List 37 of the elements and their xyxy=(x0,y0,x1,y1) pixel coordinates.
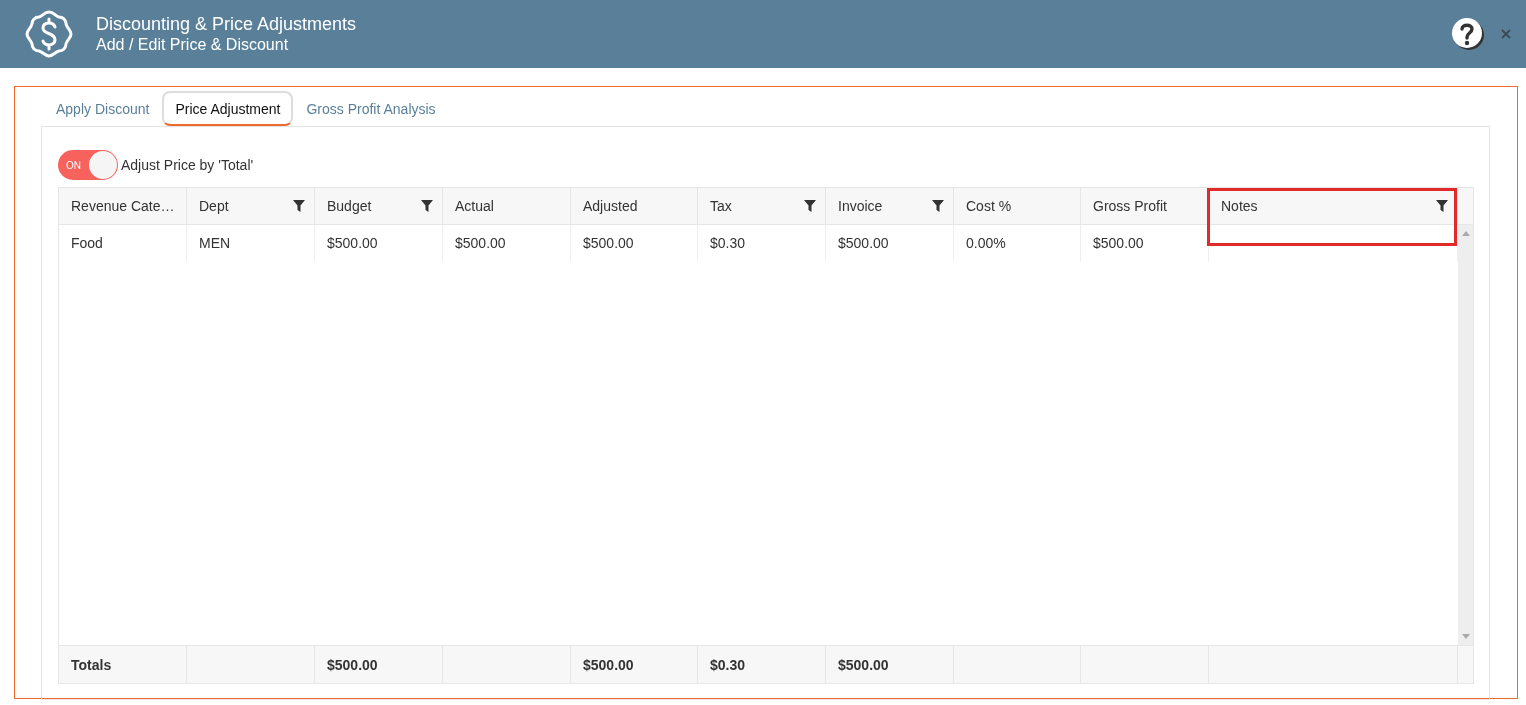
column-header[interactable]: Cost % xyxy=(954,188,1081,225)
table-cell: $0.30 xyxy=(710,235,746,251)
dollar-badge-icon xyxy=(24,9,74,59)
footer-corner xyxy=(1458,646,1473,683)
filter-icon[interactable] xyxy=(804,200,816,212)
filter-icon[interactable] xyxy=(932,200,944,212)
table-cell: Food xyxy=(71,235,103,251)
help-icon[interactable] xyxy=(1451,17,1485,51)
table-cell: $500.00 xyxy=(455,235,506,251)
table-cell: $500.00 xyxy=(838,235,889,251)
column-header[interactable]: Revenue Cate… xyxy=(59,188,187,225)
column-header[interactable]: Adjusted xyxy=(571,188,698,225)
total-cell: $500.00 xyxy=(571,646,698,683)
column-header[interactable]: Tax xyxy=(698,188,826,225)
table-cell: MEN xyxy=(199,235,231,251)
total-cell: Totals xyxy=(59,646,187,683)
total-cell: $500.00 xyxy=(826,646,954,683)
window-subtitle: Add / Edit Price & Discount xyxy=(96,35,290,55)
table-cell: $500.00 xyxy=(583,235,634,251)
table-cell: 0.00% xyxy=(966,235,1006,251)
tab[interactable]: Apply Discount xyxy=(49,91,157,126)
column-header[interactable]: Dept xyxy=(187,188,315,225)
total-cell: $0.30 xyxy=(698,646,826,683)
filter-icon[interactable] xyxy=(293,200,305,212)
window-title: Discounting & Price Adjustments xyxy=(96,13,358,35)
column-header[interactable]: Actual xyxy=(443,188,571,225)
column-header[interactable]: Invoice xyxy=(826,188,954,225)
table-cell: $500.00 xyxy=(327,235,378,251)
tab[interactable]: Gross Profit Analysis xyxy=(299,91,443,126)
column-header[interactable]: Budget xyxy=(315,188,443,225)
table-cell: $500.00 xyxy=(1093,235,1144,251)
total-cell: $500.00 xyxy=(315,646,443,683)
filter-icon[interactable] xyxy=(1436,200,1448,212)
column-header[interactable]: Gross Profit xyxy=(1081,188,1209,225)
filter-icon[interactable] xyxy=(421,200,433,212)
toggle-label: Adjust Price by 'Total' xyxy=(121,157,254,173)
tab[interactable]: Price Adjustment xyxy=(162,91,294,126)
